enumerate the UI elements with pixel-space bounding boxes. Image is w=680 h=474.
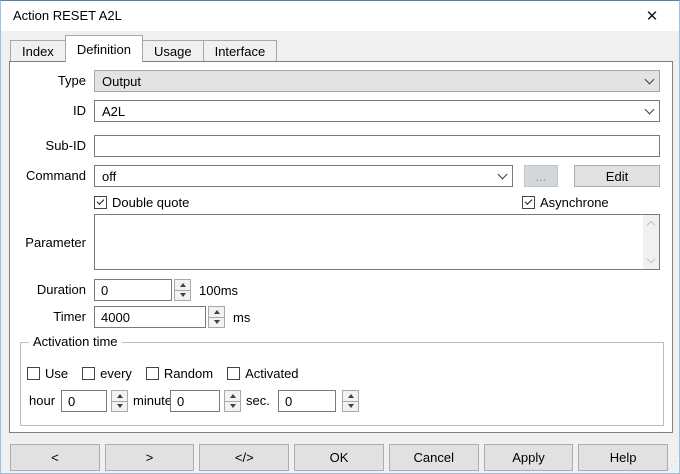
tab-definition[interactable]: Definition [65,35,143,62]
hour-label: hour [29,390,55,412]
scroll-down-icon[interactable] [647,255,655,263]
chevron-down-icon [639,71,659,91]
minute-spinner [224,390,241,412]
id-label: ID [10,100,86,122]
sec-spinner [342,390,359,412]
asynchrone-checkbox[interactable] [522,196,535,209]
tab-interface[interactable]: Interface [203,40,278,61]
command-combobox [94,165,513,187]
timer-row: ms [94,306,250,328]
hour-input[interactable] [61,390,107,412]
random-label: Random [164,366,213,381]
spin-up-icon [214,310,220,314]
activated-checkbox[interactable] [227,367,240,380]
command-input[interactable] [95,166,492,186]
browse-button[interactable]: ... [524,165,558,187]
spin-down-button[interactable] [342,401,359,413]
timer-spinner [208,306,225,328]
asynchrone-label: Asynchrone [540,195,609,210]
code-button[interactable]: </> [199,444,289,471]
id-input[interactable] [95,101,639,121]
duration-input[interactable] [94,279,172,301]
activation-time-group: Activation time Use every Random Activat… [20,342,664,426]
spin-down-button[interactable] [174,290,191,302]
random-checkbox[interactable] [146,367,159,380]
sec-input[interactable] [278,390,336,412]
sub-id-input[interactable] [94,135,660,157]
resize-grip[interactable] [665,460,677,472]
hour-spinner [111,390,128,412]
spin-down-icon [117,404,123,408]
every-checkbox[interactable] [82,367,95,380]
random-checkbox-row[interactable]: Random [146,366,213,381]
spin-up-icon [348,394,354,398]
chevron-down-icon[interactable] [492,166,512,186]
every-checkbox-row[interactable]: every [82,366,132,381]
timer-input[interactable] [94,306,206,328]
duration-label: Duration [10,279,86,301]
help-button[interactable]: Help [578,444,668,471]
use-label: Use [45,366,68,381]
double-quote-checkbox-row[interactable]: Double quote [94,194,189,211]
command-label: Command [10,165,86,187]
tab-bar: Index Definition Usage Interface [10,35,276,62]
double-quote-checkbox[interactable] [94,196,107,209]
type-label: Type [10,70,86,92]
id-combobox [94,100,660,122]
spin-up-icon [117,394,123,398]
titlebar: Action RESET A2L ✕ [1,1,679,31]
parameter-label: Parameter [10,214,86,270]
activated-checkbox-row[interactable]: Activated [227,366,298,381]
duration-row: 100ms [94,279,238,301]
spin-down-icon [348,404,354,408]
tab-index[interactable]: Index [10,40,66,61]
activation-checkbox-row: Use every Random Activated [27,366,299,381]
chevron-down-icon[interactable] [639,101,659,121]
spin-down-button[interactable] [208,317,225,329]
spin-up-icon [230,394,236,398]
spin-down-button[interactable] [224,401,241,413]
type-dropdown[interactable]: Output [94,70,660,92]
ok-button[interactable]: OK [294,444,384,471]
definition-panel: Type Output ID Sub-ID Command ... Edit D… [9,61,673,433]
spin-down-button[interactable] [111,401,128,413]
use-checkbox-row[interactable]: Use [27,366,68,381]
activated-label: Activated [245,366,298,381]
double-quote-label: Double quote [112,195,189,210]
type-value: Output [95,74,141,89]
timer-label: Timer [10,306,86,328]
parameter-textarea[interactable] [95,215,643,269]
duration-spinner [174,279,191,301]
scroll-up-icon[interactable] [647,221,655,229]
asynchrone-checkbox-row[interactable]: Asynchrone [522,194,609,211]
parameter-field [94,214,660,270]
apply-button[interactable]: Apply [484,444,574,471]
use-checkbox[interactable] [27,367,40,380]
back-button[interactable]: < [10,444,100,471]
check-icon [97,197,105,205]
activation-time-title: Activation time [29,334,122,349]
spin-up-icon [180,283,186,287]
footer-button-bar: < > </> OK Cancel Apply Help [10,444,668,471]
minute-label: minute [133,390,172,412]
spin-down-icon [214,320,220,324]
spin-down-icon [180,293,186,297]
parameter-scrollbar[interactable] [643,215,659,269]
forward-button[interactable]: > [105,444,195,471]
tab-usage[interactable]: Usage [142,40,204,61]
minute-input[interactable] [170,390,220,412]
check-icon [525,197,533,205]
every-label: every [100,366,132,381]
action-dialog: Action RESET A2L ✕ Index Definition Usag… [0,0,680,474]
edit-button[interactable]: Edit [574,165,660,187]
cancel-button[interactable]: Cancel [389,444,479,471]
window-title: Action RESET A2L [13,1,122,31]
close-button[interactable]: ✕ [631,2,673,30]
duration-unit: 100ms [199,283,238,298]
spin-down-icon [230,404,236,408]
timer-unit: ms [233,310,250,325]
sub-id-label: Sub-ID [10,135,86,157]
sec-label: sec. [246,390,270,412]
close-icon: ✕ [646,8,659,25]
